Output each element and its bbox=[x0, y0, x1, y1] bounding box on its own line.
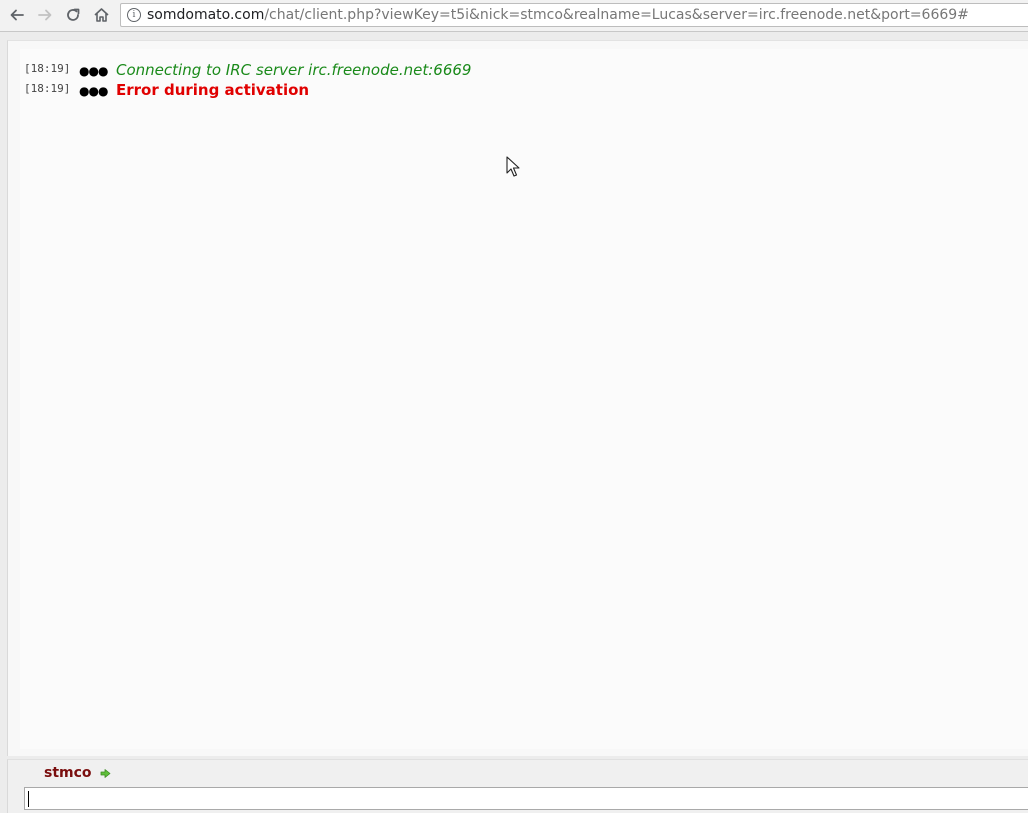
mouse-cursor-icon bbox=[506, 156, 520, 177]
system-marker-icon: ●●● bbox=[79, 84, 108, 98]
system-marker-icon: ●●● bbox=[79, 64, 108, 78]
url-text[interactable]: somdomato.com/chat/client.php?viewKey=t5… bbox=[147, 7, 969, 23]
back-button[interactable] bbox=[5, 4, 29, 26]
browser-toolbar: i somdomato.com/chat/client.php?viewKey=… bbox=[0, 0, 1028, 32]
reload-icon bbox=[67, 8, 80, 21]
nickname-label: stmco bbox=[44, 765, 92, 781]
chat-page: [18:19] ●●● Connecting to IRC server irc… bbox=[7, 40, 1028, 756]
info-icon[interactable]: i bbox=[127, 8, 141, 22]
input-panel: stmco bbox=[7, 759, 1028, 813]
message-log: [18:19] ●●● Connecting to IRC server irc… bbox=[20, 49, 1028, 749]
log-line: [18:19] ●●● Connecting to IRC server irc… bbox=[24, 61, 471, 81]
arrow-right-icon[interactable] bbox=[100, 768, 111, 779]
reload-button[interactable] bbox=[61, 4, 85, 26]
nick-row: stmco bbox=[44, 765, 111, 781]
forward-button[interactable] bbox=[33, 4, 57, 26]
back-icon bbox=[10, 9, 24, 21]
url-path: /chat/client.php?viewKey=t5i&nick=stmco&… bbox=[264, 7, 969, 23]
home-button[interactable] bbox=[89, 4, 113, 26]
log-message-error: Error during activation bbox=[116, 81, 310, 99]
log-line: [18:19] ●●● Error during activation bbox=[24, 81, 309, 101]
timestamp: [18:19] bbox=[24, 62, 71, 75]
timestamp: [18:19] bbox=[24, 82, 71, 95]
message-input[interactable] bbox=[24, 787, 1028, 810]
home-icon bbox=[93, 8, 109, 22]
forward-icon bbox=[38, 9, 52, 21]
address-bar[interactable]: i somdomato.com/chat/client.php?viewKey=… bbox=[120, 3, 1028, 27]
text-caret bbox=[28, 791, 29, 807]
url-host: somdomato.com bbox=[147, 7, 265, 23]
log-message-info: Connecting to IRC server irc.freenode.ne… bbox=[116, 61, 472, 79]
